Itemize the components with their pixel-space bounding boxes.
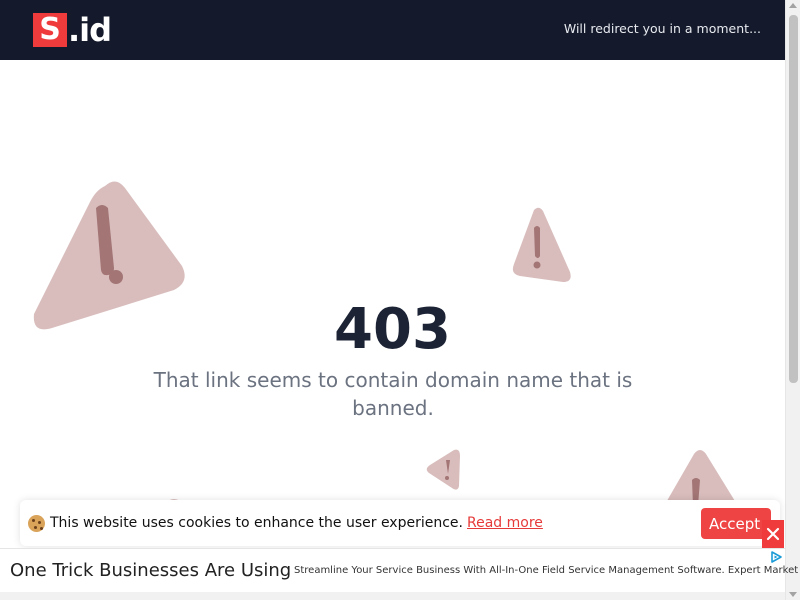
warning-icon: [426, 449, 460, 490]
cookie-icon: [28, 515, 45, 532]
scroll-up-arrow-icon[interactable]: [789, 3, 797, 8]
cookie-text: This website uses cookies to enhance the…: [50, 515, 463, 531]
error-code: 403: [334, 297, 451, 362]
warning-icon: [664, 450, 738, 506]
redirect-notice: Will redirect you in a moment...: [563, 21, 761, 36]
logo[interactable]: S .id: [33, 11, 112, 49]
error-message: That link seems to contain domain name t…: [153, 368, 633, 420]
scroll-down-arrow-icon[interactable]: [789, 592, 797, 597]
ad-banner[interactable]: One Trick Businesses Are Using Streamlin…: [0, 548, 798, 592]
ad-title[interactable]: One Trick Businesses Are Using: [10, 560, 291, 581]
cookie-banner: This website uses cookies to enhance the…: [20, 500, 780, 546]
close-icon: [766, 527, 780, 541]
ad-description[interactable]: Streamline Your Service Business With Al…: [294, 565, 798, 576]
accept-cookies-button[interactable]: Accept: [701, 508, 771, 539]
read-more-link[interactable]: Read more: [467, 515, 543, 531]
close-ad-button[interactable]: [762, 520, 784, 548]
cookie-message: This website uses cookies to enhance the…: [50, 515, 543, 531]
scroll-thumb[interactable]: [789, 15, 798, 383]
adchoices-icon[interactable]: [770, 551, 782, 563]
logo-mark: S: [33, 13, 67, 47]
logo-suffix: .id: [68, 11, 112, 49]
warning-icon: [512, 207, 571, 282]
vertical-scrollbar[interactable]: [785, 0, 800, 600]
bottom-strip: [0, 592, 785, 600]
site-header: S .id Will redirect you in a moment...: [0, 0, 785, 60]
